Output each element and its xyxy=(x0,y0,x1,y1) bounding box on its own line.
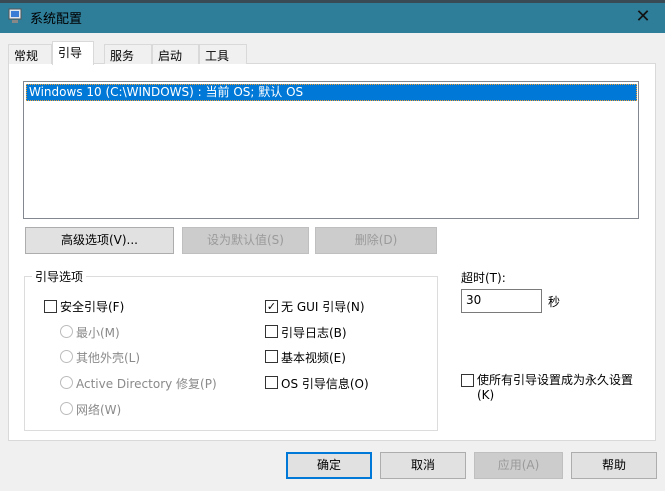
close-button[interactable]: ✕ xyxy=(628,4,658,30)
os-boot-info-checkbox[interactable] xyxy=(265,376,278,389)
make-permanent-label: 使所有引导设置成为永久设置 xyxy=(477,373,634,387)
checkmark-icon: ✓ xyxy=(266,300,277,313)
delete-button[interactable]: 删除(D) xyxy=(315,227,437,254)
os-boot-info-label: OS 引导信息(O) xyxy=(281,377,369,391)
cancel-button[interactable]: 取消 xyxy=(380,452,466,479)
base-video-checkbox[interactable] xyxy=(265,350,278,363)
advanced-options-button[interactable]: 高级选项(V)... xyxy=(25,227,174,254)
safe-boot-checkbox[interactable] xyxy=(44,300,57,313)
make-permanent-checkbox[interactable] xyxy=(461,374,474,387)
safe-boot-label: 安全引导(F) xyxy=(60,300,125,314)
msconfig-icon xyxy=(8,8,22,23)
tab-boot[interactable]: 引导 xyxy=(52,41,94,65)
boot-options-label: 引导选项 xyxy=(32,268,87,285)
alternate-shell-radio[interactable] xyxy=(60,350,73,363)
ok-button[interactable]: 确定 xyxy=(286,452,372,479)
minimal-radio[interactable] xyxy=(60,325,73,338)
tab-startup[interactable]: 启动 xyxy=(152,44,199,64)
ad-repair-label: Active Directory 修复(P) xyxy=(76,377,217,391)
boot-os-list[interactable]: Windows 10 (C:\WINDOWS) : 当前 OS; 默认 OS xyxy=(23,81,639,219)
apply-button[interactable]: 应用(A) xyxy=(474,452,563,479)
window-title: 系统配置 xyxy=(30,12,83,27)
tab-tools[interactable]: 工具 xyxy=(199,44,247,64)
base-video-label: 基本视频(E) xyxy=(281,351,346,365)
set-default-button[interactable]: 设为默认值(S) xyxy=(182,227,309,254)
timeout-input[interactable]: 30 xyxy=(461,289,542,313)
boot-log-label: 引导日志(B) xyxy=(281,326,347,340)
no-gui-boot-label: 无 GUI 引导(N) xyxy=(281,300,365,314)
help-button[interactable]: 帮助 xyxy=(571,452,657,479)
tab-services[interactable]: 服务 xyxy=(104,44,152,64)
tab-general[interactable]: 常规 xyxy=(8,44,52,64)
minimal-label: 最小(M) xyxy=(76,326,120,340)
network-label: 网络(W) xyxy=(76,403,122,417)
title-bar xyxy=(0,0,665,33)
boot-log-checkbox[interactable] xyxy=(265,325,278,338)
timeout-label: 超时(T): xyxy=(461,271,506,285)
timeout-unit: 秒 xyxy=(548,295,561,309)
top-strip xyxy=(0,0,665,3)
no-gui-boot-checkbox[interactable]: ✓ xyxy=(265,300,278,313)
ad-repair-radio[interactable] xyxy=(60,376,73,389)
network-radio[interactable] xyxy=(60,402,73,415)
make-permanent-label-key: (K) xyxy=(477,388,495,402)
alternate-shell-label: 其他外壳(L) xyxy=(76,351,141,365)
list-item[interactable]: Windows 10 (C:\WINDOWS) : 当前 OS; 默认 OS xyxy=(26,84,637,101)
